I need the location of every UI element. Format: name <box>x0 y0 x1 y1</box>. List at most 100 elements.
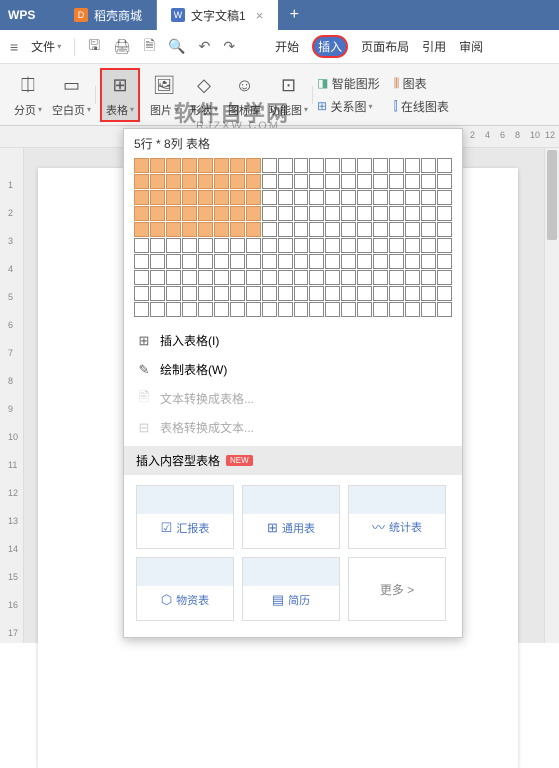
grid-cell[interactable] <box>278 302 293 317</box>
tab-document[interactable]: W 文字文稿1 × <box>157 0 278 30</box>
grid-cell[interactable] <box>309 174 324 189</box>
grid-cell[interactable] <box>198 206 213 221</box>
search-icon[interactable]: 🔍 <box>168 38 185 55</box>
grid-cell[interactable] <box>421 190 436 205</box>
grid-cell[interactable] <box>198 238 213 253</box>
grid-cell[interactable] <box>182 286 197 301</box>
grid-cell[interactable] <box>421 174 436 189</box>
grid-cell[interactable] <box>421 158 436 173</box>
grid-cell[interactable] <box>214 190 229 205</box>
tab-page-layout[interactable]: 页面布局 <box>361 38 409 55</box>
grid-cell[interactable] <box>214 286 229 301</box>
grid-cell[interactable] <box>182 302 197 317</box>
grid-cell[interactable] <box>405 158 420 173</box>
grid-cell[interactable] <box>198 174 213 189</box>
grid-cell[interactable] <box>325 302 340 317</box>
grid-cell[interactable] <box>405 270 420 285</box>
grid-cell[interactable] <box>198 254 213 269</box>
grid-cell[interactable] <box>198 158 213 173</box>
grid-cell[interactable] <box>198 190 213 205</box>
grid-cell[interactable] <box>389 270 404 285</box>
grid-cell[interactable] <box>309 158 324 173</box>
grid-cell[interactable] <box>357 302 372 317</box>
grid-cell[interactable] <box>182 158 197 173</box>
blank-page-button[interactable]: ▭ 空白页▾ <box>52 72 91 118</box>
tab-docker-store[interactable]: D 稻壳商城 <box>60 0 157 30</box>
grid-cell[interactable] <box>325 222 340 237</box>
grid-cell[interactable] <box>182 222 197 237</box>
grid-cell[interactable] <box>134 222 149 237</box>
grid-cell[interactable] <box>341 302 356 317</box>
grid-cell[interactable] <box>230 286 245 301</box>
grid-cell[interactable] <box>373 190 388 205</box>
grid-cell[interactable] <box>278 238 293 253</box>
grid-cell[interactable] <box>294 190 309 205</box>
grid-cell[interactable] <box>421 222 436 237</box>
grid-cell[interactable] <box>389 238 404 253</box>
icon-lib-button[interactable]: ☺ 图标库 <box>228 72 261 118</box>
grid-cell[interactable] <box>150 206 165 221</box>
grid-cell[interactable] <box>389 222 404 237</box>
grid-cell[interactable] <box>230 270 245 285</box>
new-tab-button[interactable]: + <box>278 6 310 24</box>
tab-review[interactable]: 审阅 <box>459 38 483 55</box>
grid-cell[interactable] <box>214 206 229 221</box>
grid-cell[interactable] <box>198 286 213 301</box>
grid-cell[interactable] <box>373 270 388 285</box>
grid-cell[interactable] <box>134 190 149 205</box>
online-chart-button[interactable]: ⫿ 在线图表 <box>394 98 449 115</box>
grid-cell[interactable] <box>421 302 436 317</box>
grid-cell[interactable] <box>230 174 245 189</box>
grid-cell[interactable] <box>309 302 324 317</box>
grid-cell[interactable] <box>341 158 356 173</box>
grid-cell[interactable] <box>294 222 309 237</box>
grid-cell[interactable] <box>278 174 293 189</box>
grid-cell[interactable] <box>246 158 261 173</box>
grid-cell[interactable] <box>214 238 229 253</box>
grid-cell[interactable] <box>294 174 309 189</box>
grid-cell[interactable] <box>278 158 293 173</box>
grid-cell[interactable] <box>421 254 436 269</box>
grid-cell[interactable] <box>437 254 452 269</box>
grid-cell[interactable] <box>309 286 324 301</box>
grid-cell[interactable] <box>214 270 229 285</box>
grid-cell[interactable] <box>262 254 277 269</box>
grid-cell[interactable] <box>246 174 261 189</box>
grid-cell[interactable] <box>166 190 181 205</box>
draw-table-option[interactable]: ✎ 绘制表格(W) <box>124 355 462 384</box>
grid-cell[interactable] <box>357 206 372 221</box>
grid-cell[interactable] <box>437 206 452 221</box>
grid-cell[interactable] <box>325 238 340 253</box>
grid-cell[interactable] <box>341 254 356 269</box>
grid-cell[interactable] <box>341 270 356 285</box>
grid-cell[interactable] <box>166 286 181 301</box>
grid-cell[interactable] <box>278 190 293 205</box>
template-resume[interactable]: ▤简历 <box>242 557 340 621</box>
grid-cell[interactable] <box>182 190 197 205</box>
grid-cell[interactable] <box>405 286 420 301</box>
grid-cell[interactable] <box>357 286 372 301</box>
grid-cell[interactable] <box>166 238 181 253</box>
grid-cell[interactable] <box>134 206 149 221</box>
grid-cell[interactable] <box>294 238 309 253</box>
grid-cell[interactable] <box>262 190 277 205</box>
grid-cell[interactable] <box>405 238 420 253</box>
grid-cell[interactable] <box>357 270 372 285</box>
grid-cell[interactable] <box>389 190 404 205</box>
grid-cell[interactable] <box>294 158 309 173</box>
tab-start[interactable]: 开始 <box>275 38 299 55</box>
grid-cell[interactable] <box>246 270 261 285</box>
grid-cell[interactable] <box>325 286 340 301</box>
grid-cell[interactable] <box>294 286 309 301</box>
grid-cell[interactable] <box>262 286 277 301</box>
grid-cell[interactable] <box>325 270 340 285</box>
grid-cell[interactable] <box>325 190 340 205</box>
grid-cell[interactable] <box>262 206 277 221</box>
grid-cell[interactable] <box>309 270 324 285</box>
template-stats[interactable]: 〰统计表 <box>348 485 446 549</box>
grid-cell[interactable] <box>166 174 181 189</box>
grid-cell[interactable] <box>134 254 149 269</box>
grid-cell[interactable] <box>389 286 404 301</box>
smartart-button[interactable]: ◨ 智能图形 <box>317 75 380 92</box>
grid-cell[interactable] <box>421 286 436 301</box>
